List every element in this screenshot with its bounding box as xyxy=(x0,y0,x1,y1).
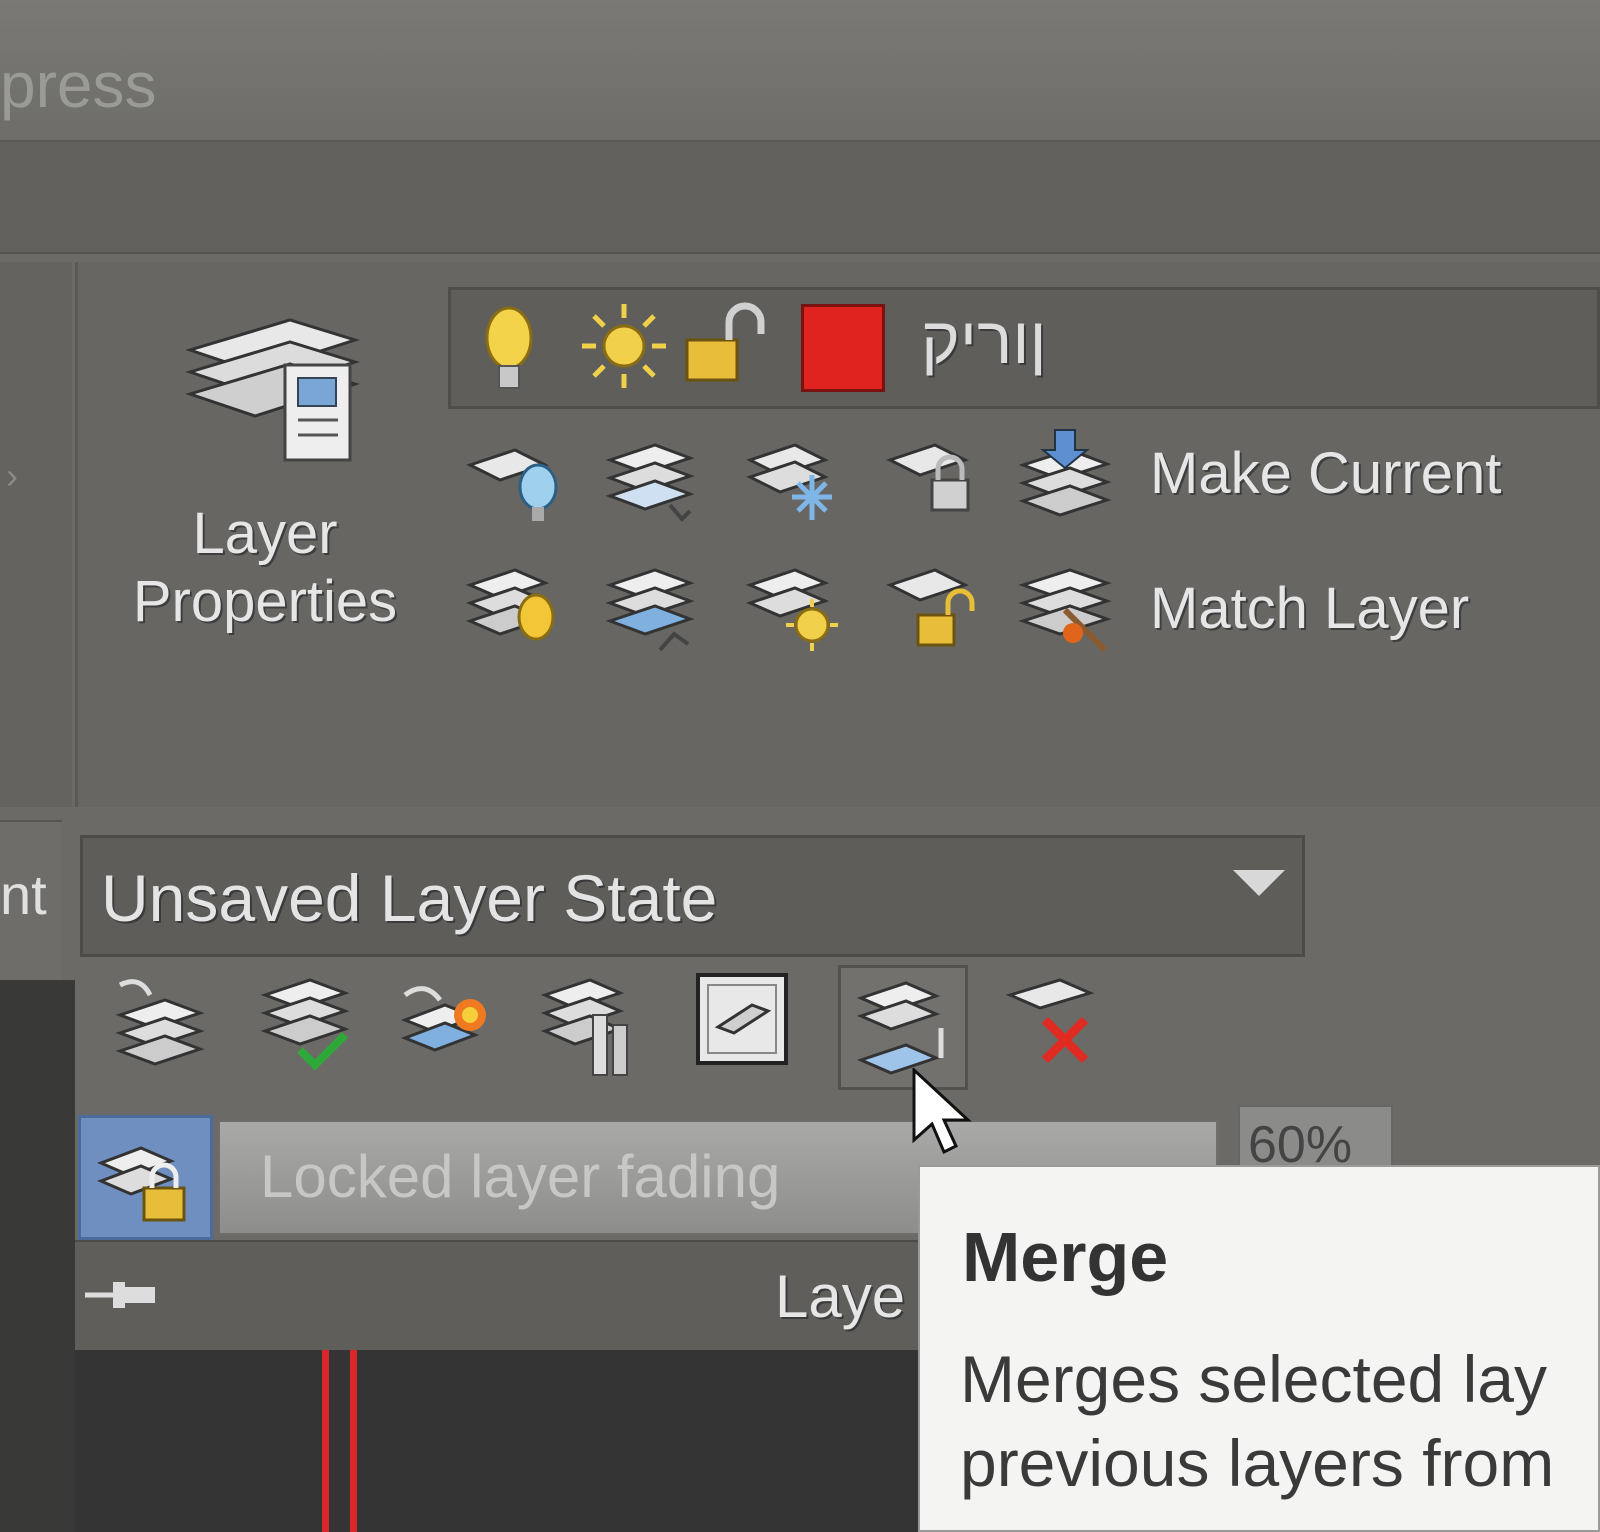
panel-title[interactable]: Laye xyxy=(775,1262,905,1331)
drawing-area xyxy=(75,1350,920,1532)
pin-icon[interactable] xyxy=(83,1270,163,1320)
make-current-icon[interactable] xyxy=(1015,420,1125,530)
delete-layer-icon[interactable] xyxy=(1000,965,1130,1090)
match-layer-label[interactable]: Match Layer xyxy=(1150,575,1469,642)
unlock-icon[interactable] xyxy=(679,300,774,390)
make-current-label[interactable]: Make Current xyxy=(1150,440,1501,507)
locked-layer-fading-toggle[interactable] xyxy=(78,1115,213,1240)
layer-walk-icon[interactable] xyxy=(395,965,525,1090)
layer-properties-button[interactable]: Layer Properties xyxy=(100,280,430,660)
layer-dropdown[interactable]: ןוריק xyxy=(448,287,1600,409)
vp-freeze-icon[interactable] xyxy=(690,965,820,1090)
panel-expand-arrow-icon[interactable]: › xyxy=(6,455,18,497)
chevron-down-icon[interactable] xyxy=(1233,870,1285,896)
drawing-area-edge xyxy=(0,980,75,1532)
layer-unisolate-icon[interactable] xyxy=(600,555,710,665)
layer-state-dropdown[interactable]: Unsaved Layer State xyxy=(80,835,1305,957)
current-layer-name: ןוריק xyxy=(921,303,1047,377)
panel-footer: Laye xyxy=(75,1240,920,1350)
layer-unlock-icon[interactable] xyxy=(880,555,990,665)
layer-off-icon[interactable] xyxy=(460,425,570,535)
layer-state-value: Unsaved Layer State xyxy=(101,861,718,935)
layer-previous-icon[interactable] xyxy=(100,965,230,1090)
ribbon-tab-strip xyxy=(0,142,1600,254)
layer-freeze-icon[interactable] xyxy=(740,425,850,535)
tooltip-description: Merges selected lay previous layers from xyxy=(960,1342,1555,1500)
red-line xyxy=(350,1350,357,1532)
lightbulb-icon[interactable] xyxy=(479,300,539,395)
tooltip-title: Merge xyxy=(962,1218,1169,1296)
sun-icon[interactable] xyxy=(579,298,669,393)
match-layer-icon[interactable] xyxy=(1015,555,1125,665)
lock-icon xyxy=(96,1146,186,1222)
ribbon-left-panel-edge xyxy=(0,262,72,807)
layer-properties-label: Layer Properties xyxy=(132,501,398,634)
cursor-icon xyxy=(912,1068,972,1155)
app-title: press xyxy=(0,49,157,121)
layer-properties-icon xyxy=(185,318,360,462)
layer-lock-icon[interactable] xyxy=(880,425,990,535)
merge-tooltip: Merge Merges selected lay previous layer… xyxy=(918,1165,1600,1532)
locked-layer-fading-label: Locked layer fading xyxy=(260,1143,781,1210)
layer-on-icon[interactable] xyxy=(460,555,570,665)
change-to-current-icon[interactable] xyxy=(250,965,380,1090)
red-line xyxy=(322,1350,329,1532)
layer-isolate-icon[interactable] xyxy=(600,420,710,530)
layer-thaw-icon[interactable] xyxy=(740,555,850,665)
title-bar xyxy=(0,0,1600,142)
layer-color-swatch xyxy=(801,304,885,392)
left-edge-text: nt xyxy=(0,863,47,926)
isolate-to-current-icon[interactable] xyxy=(535,965,665,1090)
